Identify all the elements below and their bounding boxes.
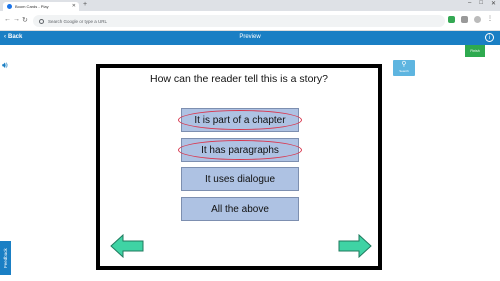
minimize-icon[interactable]: – (468, 0, 471, 7)
search-button-label: Search (399, 69, 409, 73)
next-arrow-icon[interactable] (338, 234, 372, 258)
circle-annotation (178, 140, 302, 160)
question-text: How can the reader tell this is a story? (150, 73, 328, 85)
answer-option[interactable]: It uses dialogue (181, 167, 299, 191)
address-bar-placeholder: Search Google or type a URL (48, 18, 108, 24)
previous-arrow-icon[interactable] (110, 234, 144, 258)
finish-button[interactable]: Finish (465, 45, 485, 57)
tab-title: Boom Cards - Play (15, 4, 49, 9)
close-window-icon[interactable]: ✕ (491, 0, 496, 7)
tab-close-icon[interactable]: ✕ (72, 3, 76, 9)
menu-kebab-icon[interactable]: ⋮ (487, 16, 494, 23)
speaker-icon[interactable]: 🔊︎ (2, 60, 8, 71)
new-tab-icon[interactable]: + (83, 1, 87, 8)
maximize-icon[interactable]: □ (479, 0, 483, 7)
feedback-tab[interactable]: Feedback (0, 241, 11, 275)
extension-icon[interactable] (461, 16, 468, 23)
reload-icon[interactable]: ↻ (22, 16, 28, 24)
answer-option[interactable]: All the above (181, 197, 299, 221)
window-controls: – □ ✕ (468, 0, 496, 7)
back-nav-icon[interactable]: ← (4, 16, 11, 23)
extension-icon[interactable] (448, 16, 455, 23)
browser-tab[interactable]: Boom Cards - Play ✕ (3, 2, 79, 11)
extension-icons: ⋮ (448, 16, 494, 23)
circle-annotation (178, 110, 302, 130)
info-icon[interactable]: i (485, 33, 494, 42)
address-bar[interactable]: Search Google or type a URL (33, 15, 445, 27)
boom-favicon-icon (7, 4, 12, 9)
browser-toolbar: ← → ↻ Search Google or type a URL ⋮ (0, 11, 500, 31)
page-title: Preview (239, 34, 261, 40)
forward-nav-icon[interactable]: → (13, 16, 20, 23)
profile-avatar-icon[interactable] (474, 16, 481, 23)
boom-card: How can the reader tell this is a story?… (96, 64, 382, 270)
google-icon (39, 18, 44, 24)
search-icon: ⚲ (401, 61, 407, 68)
search-button[interactable]: ⚲ Search (393, 60, 415, 76)
browser-tab-strip: Boom Cards - Play ✕ + – □ ✕ (0, 0, 500, 11)
app-header: ‹ Back Preview i (0, 31, 500, 45)
